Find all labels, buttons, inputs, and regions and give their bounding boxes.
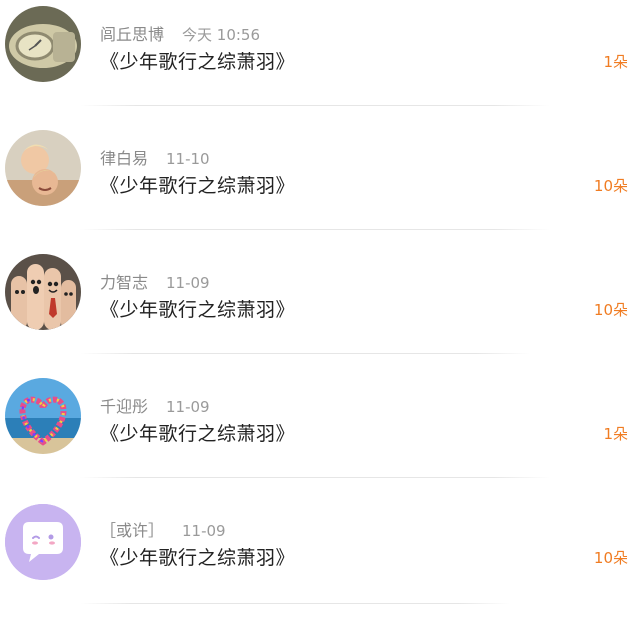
sender-name-text: 千迎彤	[100, 397, 149, 416]
list-item[interactable]: ［或许］ 11-09 《少年歌行之综萧羽》 10朵	[0, 496, 640, 620]
sender-name: 千迎彤 11-09	[100, 393, 210, 417]
send-date: 11-09	[166, 398, 210, 416]
book-title: 《少年歌行之综萧羽》	[100, 423, 296, 445]
heart-beach-icon	[5, 378, 81, 454]
flower-count: 1朵	[603, 425, 628, 443]
avatar[interactable]	[5, 6, 81, 82]
book-title: 《少年歌行之综萧羽》	[100, 299, 296, 321]
divider	[80, 477, 550, 478]
list-item[interactable]: 力智志 11-09 《少年歌行之综萧羽》 10朵	[0, 248, 640, 372]
sender-name: 闾丘思博 今天 10:56	[100, 21, 260, 45]
gift-record-list: 闾丘思博 今天 10:56 《少年歌行之综萧羽》 1朵 律白易 11-10 《少年歌…	[0, 0, 640, 623]
list-item[interactable]: 闾丘思博 今天 10:56 《少年歌行之综萧羽》 1朵	[0, 0, 640, 124]
divider	[80, 105, 550, 106]
sender-name: ［或许］ 11-09	[100, 517, 226, 541]
list-item[interactable]: 千迎彤 11-09 《少年歌行之综萧羽》 1朵	[0, 372, 640, 496]
sender-name-text: ［或许］	[100, 521, 165, 540]
sender-name: 律白易 11-10	[100, 145, 210, 169]
send-date: 今天 10:56	[182, 26, 261, 44]
flower-count: 10朵	[593, 177, 628, 195]
sender-name-text: 律白易	[100, 149, 149, 168]
watch-photo-icon	[5, 6, 81, 82]
avatar[interactable]	[5, 254, 81, 330]
default-avatar-icon	[5, 504, 81, 580]
send-date: 11-10	[166, 150, 210, 168]
list-item[interactable]: 律白易 11-10 《少年歌行之综萧羽》 10朵	[0, 124, 640, 248]
divider	[80, 353, 530, 354]
divider	[80, 603, 510, 604]
flower-count: 10朵	[593, 549, 628, 567]
book-title: 《少年歌行之综萧羽》	[100, 51, 296, 73]
flower-count: 1朵	[603, 53, 628, 71]
send-date: 11-09	[182, 522, 226, 540]
avatar[interactable]	[5, 504, 81, 580]
sender-name: 力智志 11-09	[100, 269, 210, 293]
sender-name-text: 闾丘思博	[100, 25, 165, 44]
sender-name-text: 力智志	[100, 273, 149, 292]
book-title: 《少年歌行之综萧羽》	[100, 547, 296, 569]
flower-count: 10朵	[593, 301, 628, 319]
book-title: 《少年歌行之综萧羽》	[100, 175, 296, 197]
send-date: 11-09	[166, 274, 210, 292]
finger-faces-icon	[5, 254, 81, 330]
divider	[80, 229, 550, 230]
avatar[interactable]	[5, 130, 81, 206]
avatar[interactable]	[5, 378, 81, 454]
couple-photo-icon	[5, 130, 81, 206]
